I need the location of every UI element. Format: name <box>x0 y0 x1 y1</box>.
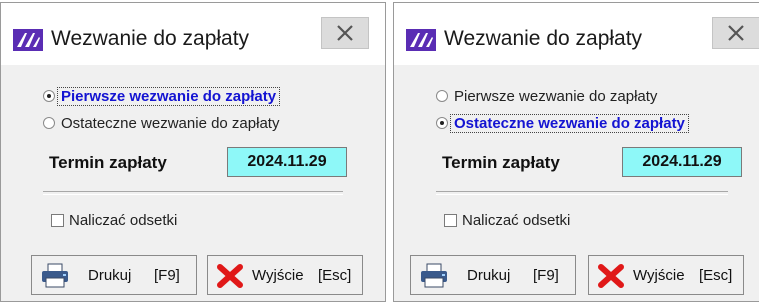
interest-label: Naliczać odsetki <box>462 211 571 229</box>
payment-term-label: Termin zapłaty <box>49 153 167 172</box>
interest-checkbox-row[interactable]: Naliczać odsetki <box>51 209 177 231</box>
radio-button[interactable] <box>43 117 55 129</box>
radio-label: Ostateczne wezwanie do zapłaty <box>61 114 280 132</box>
payment-term-field[interactable]: 2024.11.29 <box>227 147 347 177</box>
print-button[interactable]: Drukuj [F9] <box>31 255 197 295</box>
separator <box>43 191 343 195</box>
app-logo-icon <box>13 29 43 51</box>
radio-label: Ostateczne wezwanie do zapłaty <box>450 113 689 133</box>
title-bar: Wezwanie do zapłaty <box>394 3 759 65</box>
options-group: Pierwsze wezwanie do zapłaty Ostateczne … <box>416 75 742 245</box>
print-label: Drukuj <box>88 267 132 284</box>
interest-checkbox[interactable] <box>51 213 64 227</box>
interest-checkbox[interactable] <box>444 213 457 227</box>
close-button[interactable] <box>321 17 369 49</box>
red-x-icon <box>217 264 243 288</box>
close-icon <box>728 25 744 41</box>
radio-button[interactable] <box>43 90 55 102</box>
window-title: Wezwanie do zapłaty <box>444 27 643 50</box>
exit-shortcut: [Esc] <box>318 267 352 284</box>
radio-first-reminder[interactable]: Pierwsze wezwanie do zapłaty <box>436 85 657 107</box>
print-shortcut: [F9] <box>154 267 180 284</box>
exit-label: Wyjście <box>252 267 304 284</box>
print-shortcut: [F9] <box>533 267 559 284</box>
radio-label: Pierwsze wezwanie do zapłaty <box>56 86 281 106</box>
print-label: Drukuj <box>467 267 511 284</box>
printer-icon <box>421 263 447 288</box>
radio-final-reminder[interactable]: Ostateczne wezwanie do zapłaty <box>43 112 279 134</box>
red-x-icon <box>598 264 624 288</box>
radio-button[interactable] <box>436 117 448 129</box>
radio-label: Pierwsze wezwanie do zapłaty <box>454 87 658 105</box>
payment-reminder-dialog-final: Wezwanie do zapłaty Pierwsze wezwanie do… <box>393 2 759 302</box>
exit-shortcut: [Esc] <box>699 267 733 284</box>
print-button[interactable]: Drukuj [F9] <box>410 255 576 295</box>
close-icon <box>337 25 353 41</box>
exit-button[interactable]: Wyjście [Esc] <box>207 255 363 295</box>
app-logo-icon <box>406 29 436 51</box>
printer-icon <box>42 263 68 288</box>
interest-label: Naliczać odsetki <box>69 211 178 229</box>
options-group: Pierwsze wezwanie do zapłaty Ostateczne … <box>23 75 355 245</box>
close-button[interactable] <box>712 17 759 49</box>
separator <box>436 191 728 195</box>
exit-button[interactable]: Wyjście [Esc] <box>588 255 744 295</box>
radio-button[interactable] <box>436 90 448 102</box>
payment-term-field[interactable]: 2024.11.29 <box>622 147 742 177</box>
interest-checkbox-row[interactable]: Naliczać odsetki <box>444 209 570 231</box>
radio-final-reminder[interactable]: Ostateczne wezwanie do zapłaty <box>436 112 689 134</box>
payment-reminder-dialog-first: Wezwanie do zapłaty Pierwsze wezwanie do… <box>0 2 386 302</box>
exit-label: Wyjście <box>633 267 685 284</box>
radio-first-reminder[interactable]: Pierwsze wezwanie do zapłaty <box>43 85 281 107</box>
payment-term-label: Termin zapłaty <box>442 153 560 172</box>
window-title: Wezwanie do zapłaty <box>51 27 250 50</box>
title-bar: Wezwanie do zapłaty <box>1 3 385 65</box>
